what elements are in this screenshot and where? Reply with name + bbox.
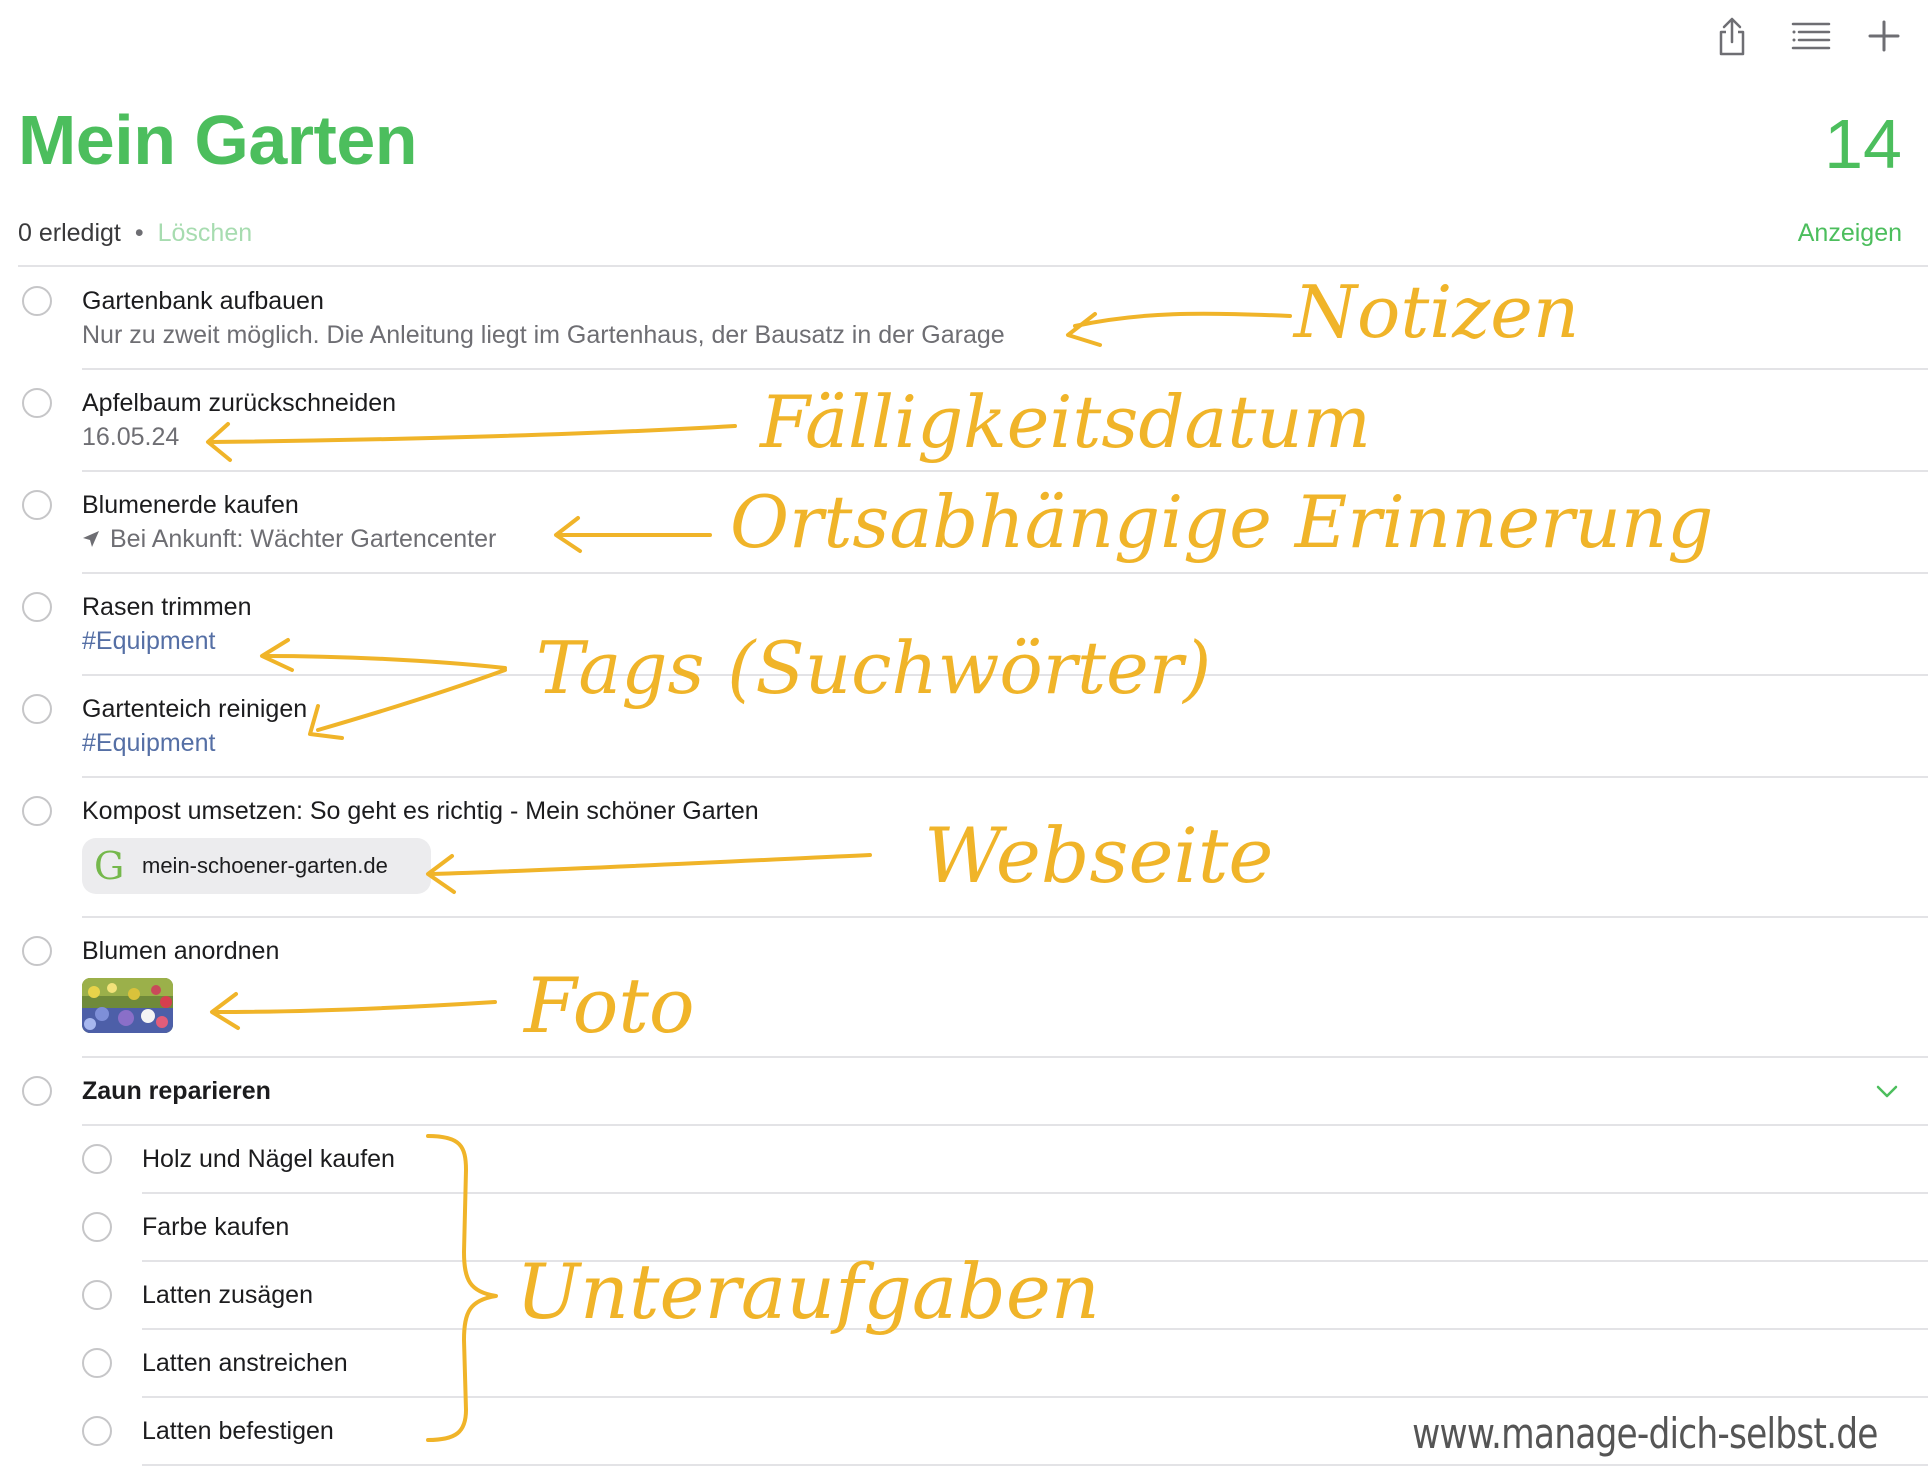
- reminder-checkbox[interactable]: [22, 1076, 52, 1106]
- reminder-tag[interactable]: #Equipment: [82, 626, 215, 656]
- reminder-checkbox[interactable]: [22, 490, 52, 520]
- reminder-note[interactable]: Nur zu zweit möglich. Die Anleitung lieg…: [82, 320, 1005, 350]
- subtask-checkbox[interactable]: [82, 1280, 112, 1310]
- row-divider: [82, 916, 1928, 918]
- arrow-location-head: [554, 516, 582, 553]
- share-icon: [1719, 17, 1745, 56]
- site-watermark: www.manage-dich-selbst.de: [1412, 1409, 1879, 1458]
- arrow-tags-upper-head: [260, 638, 294, 672]
- reminder-checkbox[interactable]: [22, 694, 52, 724]
- reminder-checkbox[interactable]: [22, 388, 52, 418]
- reminder-title[interactable]: Kompost umsetzen: So geht es richtig - M…: [82, 796, 759, 826]
- reminder-title[interactable]: Rasen trimmen: [82, 592, 252, 622]
- arrow-tags-lower-head: [308, 704, 344, 740]
- row-divider: [82, 572, 1928, 574]
- reminder-checkbox[interactable]: [22, 592, 52, 622]
- row-divider: [82, 1124, 1928, 1126]
- annotation-website: Webseite: [924, 811, 1274, 900]
- list-options-button[interactable]: [1789, 14, 1833, 58]
- subtask-title[interactable]: Latten anstreichen: [142, 1348, 348, 1378]
- row-divider: [82, 368, 1928, 370]
- arrow-photo-head: [210, 992, 240, 1030]
- reminder-checkbox[interactable]: [22, 796, 52, 826]
- subtask-title[interactable]: Latten zusägen: [142, 1280, 313, 1310]
- subtask-title[interactable]: Farbe kaufen: [142, 1212, 289, 1242]
- chevron-down-icon[interactable]: [1872, 1076, 1902, 1106]
- row-divider: [142, 1396, 1928, 1398]
- reminder-title[interactable]: Apfelbaum zurückschneiden: [82, 388, 396, 418]
- list-title: Mein Garten: [18, 101, 418, 179]
- subtask-title[interactable]: Holz und Nägel kaufen: [142, 1144, 395, 1174]
- row-divider: [142, 1464, 1928, 1466]
- arrow-website-head: [426, 854, 456, 894]
- arrow-notes-head: [1066, 312, 1102, 347]
- reminder-checkbox[interactable]: [22, 286, 52, 316]
- header-divider: [18, 265, 1928, 267]
- row-divider: [142, 1192, 1928, 1194]
- annotation-tags: Tags (Suchwörter): [536, 626, 1212, 710]
- row-divider: [82, 776, 1928, 778]
- reminder-title[interactable]: Blumenerde kaufen: [82, 490, 299, 520]
- location-arrow-icon: [83, 531, 99, 547]
- reminder-location: Bei Ankunft: Wächter Gartencenter: [110, 525, 497, 553]
- list-options-icon: [1791, 22, 1831, 50]
- annotation-photo: Foto: [524, 961, 695, 1050]
- subtasks-brace: [426, 1134, 498, 1442]
- plus-icon: [1868, 20, 1900, 52]
- completed-count: 0 erledigt: [18, 219, 121, 247]
- row-divider: [82, 1056, 1928, 1058]
- delete-completed-button[interactable]: Löschen: [158, 219, 253, 247]
- separator-dot: •: [134, 219, 144, 247]
- website-favicon: G: [94, 844, 125, 888]
- row-divider: [82, 470, 1928, 472]
- arrow-due: [208, 424, 737, 444]
- arrow-photo: [214, 1000, 497, 1014]
- subtask-checkbox[interactable]: [82, 1416, 112, 1446]
- add-reminder-button[interactable]: [1862, 14, 1906, 58]
- flower-photo-image: [82, 978, 173, 1033]
- website-link-preview[interactable]: G mein-schoener-garten.de: [82, 838, 431, 894]
- reminder-photo-thumbnail[interactable]: [82, 978, 173, 1033]
- reminder-count: 14: [1824, 105, 1902, 183]
- reminder-due-date: 16.05.24: [82, 423, 180, 451]
- subtask-checkbox[interactable]: [82, 1144, 112, 1174]
- website-domain: mein-schoener-garten.de: [142, 853, 388, 878]
- subtask-checkbox[interactable]: [82, 1348, 112, 1378]
- annotation-location: Ortsabhängige Erinnerung: [730, 480, 1714, 564]
- reminder-checkbox[interactable]: [22, 936, 52, 966]
- reminder-tag[interactable]: #Equipment: [82, 728, 215, 758]
- annotation-notes: Notizen: [1294, 270, 1580, 354]
- show-completed-button[interactable]: Anzeigen: [1798, 218, 1902, 248]
- share-button[interactable]: [1710, 14, 1754, 58]
- arrow-due-head: [206, 422, 232, 462]
- subtask-checkbox[interactable]: [82, 1212, 112, 1242]
- reminder-title[interactable]: Blumen anordnen: [82, 936, 279, 966]
- reminder-title[interactable]: Gartenbank aufbauen: [82, 286, 324, 316]
- annotation-due-date: Fälligkeitsdatum: [760, 380, 1371, 464]
- completed-summary: 0 erledigt • Löschen: [18, 218, 252, 248]
- arrow-notes: [1073, 311, 1292, 328]
- subtask-title[interactable]: Latten befestigen: [142, 1416, 334, 1446]
- annotation-subtasks: Unteraufgaben: [516, 1247, 1100, 1336]
- arrow-website: [430, 853, 872, 876]
- arrow-tags-upper: [263, 654, 507, 670]
- reminder-title[interactable]: Zaun reparieren: [82, 1076, 271, 1106]
- reminder-title[interactable]: Gartenteich reinigen: [82, 694, 307, 724]
- arrow-tags-lower: [316, 668, 507, 732]
